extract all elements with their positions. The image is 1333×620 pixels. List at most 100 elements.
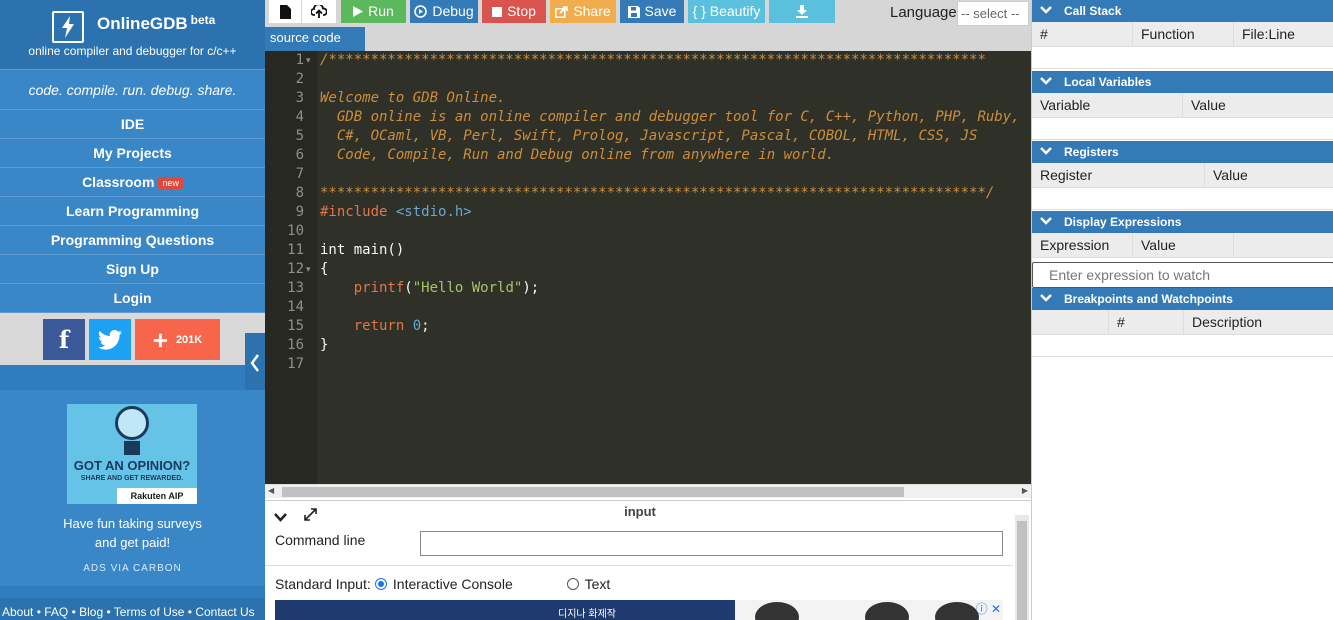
breakpoints-header[interactable]: Breakpoints and Watchpoints: [1032, 288, 1333, 310]
line-number: 4: [295, 109, 304, 125]
nav-label: Classroom: [82, 174, 155, 190]
registers-columns: Register Value: [1032, 163, 1333, 188]
column-header: [1233, 233, 1333, 258]
line-number: 3: [295, 90, 304, 106]
new-file-button[interactable]: [269, 0, 301, 23]
debug-panel: Call Stack # Function File:Line Local Va…: [1031, 0, 1333, 620]
tab-source-code[interactable]: source code: [265, 27, 365, 51]
nav-label: Login: [113, 290, 152, 306]
floppy-disk-icon: [627, 5, 640, 18]
expand-icon[interactable]: [303, 507, 318, 525]
nav-learn-programming[interactable]: Learn Programming: [0, 197, 265, 226]
nav-label: IDE: [120, 116, 145, 132]
nav-label: My Projects: [93, 145, 172, 161]
standard-input-label: Standard Input:: [275, 576, 371, 592]
fold-arrow-icon[interactable]: ▾: [306, 260, 311, 279]
ad-text[interactable]: Have fun taking surveys and get paid!: [0, 514, 265, 552]
line-number-gutter: 1 ▾ 2 3 4 5 6 7 8 9 10 11 12 ▾ 13 14 15 …: [265, 51, 317, 484]
scrollbar-thumb[interactable]: [282, 487, 904, 497]
save-label: Save: [644, 3, 677, 19]
chevron-down-icon[interactable]: [274, 509, 287, 525]
twitter-button[interactable]: [89, 319, 131, 360]
column-header: Description: [1183, 310, 1333, 335]
line-number: 14: [287, 299, 304, 315]
call-stack-header[interactable]: Call Stack: [1032, 0, 1333, 22]
radio-selected-icon[interactable]: [375, 578, 387, 590]
code-line-1: /***************************************…: [320, 52, 986, 68]
upload-button[interactable]: [302, 0, 336, 23]
fold-arrow-icon[interactable]: ▾: [306, 51, 311, 70]
input-panel-scrollbar[interactable]: [1015, 515, 1029, 620]
radio-icon[interactable]: [567, 578, 579, 590]
line-number: 8: [295, 185, 304, 201]
sidebar: OnlineGDB beta online compiler and debugg…: [0, 0, 265, 620]
banner-ad-text: 디지나 화제작: [558, 609, 616, 620]
stop-icon: [492, 6, 503, 17]
code-line-6: Code, Compile, Run and Debug online from…: [320, 147, 835, 163]
nav-ide[interactable]: IDE: [0, 110, 265, 139]
display-expressions-header[interactable]: Display Expressions: [1032, 211, 1333, 233]
code-line-11: int main(): [320, 242, 405, 258]
line-number: 7: [295, 166, 304, 182]
share-icon: [555, 5, 569, 18]
scroll-left-icon[interactable]: ◀: [268, 486, 274, 495]
ad-image[interactable]: GOT AN OPINION? SHARE AND GET REWARDED. …: [67, 404, 197, 504]
nav-login[interactable]: Login: [0, 284, 265, 313]
toolbar: Run Debug Stop Share Save { } Beautify L…: [265, 0, 1031, 27]
code-editor[interactable]: 1 ▾ 2 3 4 5 6 7 8 9 10 11 12 ▾ 13 14 15 …: [265, 51, 1031, 484]
beautify-button[interactable]: { } Beautify: [688, 0, 765, 23]
local-variables-header[interactable]: Local Variables: [1032, 71, 1333, 93]
download-icon: [796, 5, 808, 18]
registers-header[interactable]: Registers: [1032, 141, 1333, 163]
line-number: 9: [295, 204, 304, 220]
footer-links[interactable]: About • FAQ • Blog • Terms of Use • Cont…: [0, 598, 265, 620]
registers-body: [1032, 188, 1333, 210]
language-select[interactable]: -- select --: [957, 1, 1029, 26]
nav-label: Learn Programming: [65, 203, 200, 219]
share-button[interactable]: Share: [550, 0, 616, 23]
chevron-down-icon: [1040, 147, 1052, 155]
nav-classroom[interactable]: Classroom new: [0, 168, 265, 197]
tagline: code. compile. run. debug. share.: [0, 70, 265, 110]
banner-ad[interactable]: 디지나 화제작 ⓘ ✕: [275, 600, 1003, 620]
facebook-button[interactable]: f: [43, 319, 85, 360]
ad-close-icon[interactable]: ⓘ ✕: [976, 600, 1001, 617]
social-bar: f +201K: [0, 313, 265, 365]
file-icon: [279, 4, 291, 19]
nav-my-projects[interactable]: My Projects: [0, 139, 265, 168]
command-line-label: Command line: [275, 532, 366, 548]
stop-button[interactable]: Stop: [482, 0, 546, 23]
local-variables-columns: Variable Value: [1032, 93, 1333, 118]
column-header: Variable: [1040, 97, 1091, 113]
stop-label: Stop: [507, 3, 536, 19]
code-line-9: #include <stdio.h>: [320, 203, 472, 222]
code-line-8: ****************************************…: [320, 185, 995, 201]
column-header: Value: [1204, 163, 1333, 188]
run-button[interactable]: Run: [341, 0, 406, 23]
editor-horizontal-scrollbar[interactable]: ◀ ▶: [265, 484, 1031, 498]
nav-sign-up[interactable]: Sign Up: [0, 255, 265, 284]
nav-programming-questions[interactable]: Programming Questions: [0, 226, 265, 255]
share-count-button[interactable]: +201K: [135, 319, 220, 360]
language-label: Language: [890, 4, 957, 21]
brand-header[interactable]: OnlineGDB beta online compiler and debugg…: [0, 0, 265, 70]
collapse-sidebar-button[interactable]: [245, 333, 265, 393]
debug-button[interactable]: Debug: [410, 0, 478, 23]
scrollbar-thumb[interactable]: [1017, 521, 1027, 620]
share-label: Share: [573, 3, 611, 19]
code-line-16: }: [320, 337, 329, 353]
text-radio[interactable]: Text: [565, 576, 610, 592]
code-line-3: Welcome to GDB Online.: [320, 90, 506, 106]
download-button[interactable]: [769, 0, 835, 23]
interactive-console-radio[interactable]: Interactive Console: [373, 576, 513, 592]
sidebar-ad[interactable]: GOT AN OPINION? SHARE AND GET REWARDED. …: [0, 390, 265, 586]
scroll-right-icon[interactable]: ▶: [1022, 486, 1028, 495]
line-number: 15: [287, 318, 304, 334]
ads-via-carbon[interactable]: ADS VIA CARBON: [0, 563, 265, 574]
twitter-icon: [98, 329, 122, 350]
command-line-input[interactable]: [420, 531, 1003, 556]
save-button[interactable]: Save: [620, 0, 684, 23]
column-header: #: [1108, 310, 1183, 335]
watch-expression-input[interactable]: Enter expression to watch: [1032, 262, 1333, 288]
play-icon: [353, 6, 364, 17]
